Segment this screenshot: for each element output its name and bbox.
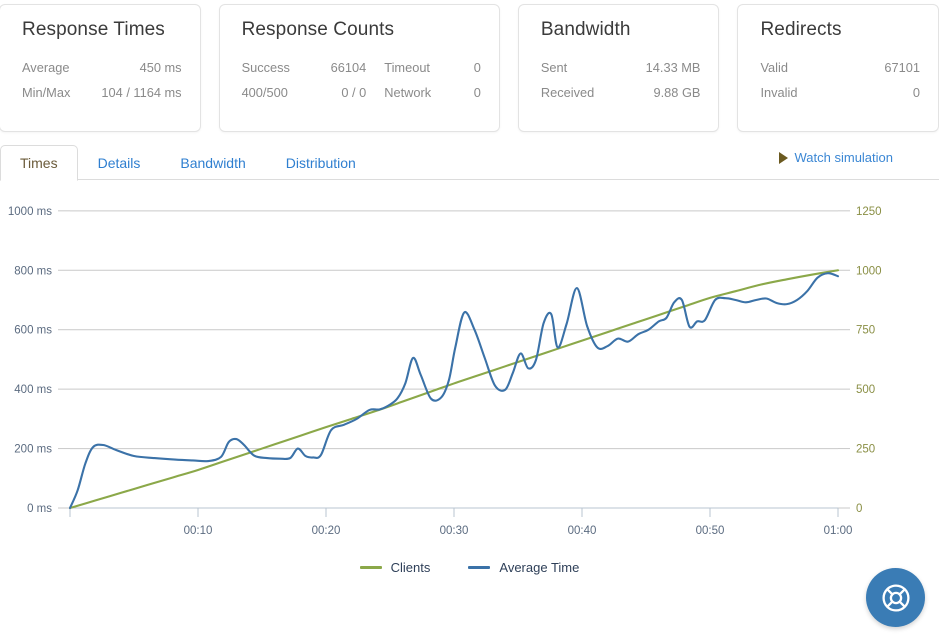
stat-value: 104 / 1164 ms xyxy=(101,85,182,100)
card-title: Response Times xyxy=(22,19,165,40)
tab-label: Bandwidth xyxy=(180,155,246,171)
stat-label: Min/Max xyxy=(22,85,71,100)
svg-text:00:30: 00:30 xyxy=(440,525,469,537)
svg-text:00:10: 00:10 xyxy=(184,525,213,537)
svg-text:00:20: 00:20 xyxy=(312,525,341,537)
card-bandwidth: Bandwidth Sent 14.33 MB Received 9.88 GB xyxy=(517,4,720,132)
table-row: Invalid 0 xyxy=(760,80,920,105)
svg-text:250: 250 xyxy=(856,444,875,456)
legend-item-clients[interactable]: Clients xyxy=(359,560,431,575)
table-row: Min/Max 104 / 1164 ms xyxy=(22,80,182,105)
legend-swatch-clients xyxy=(359,566,382,569)
stat-label: Valid xyxy=(760,60,788,75)
card-response-counts: Response Counts Success 66104 Timeout 0 … xyxy=(218,4,500,132)
stat-table: Success 66104 Timeout 0 400/500 0 / 0 Ne… xyxy=(242,55,481,105)
stat-label-secondary: Network xyxy=(384,85,432,100)
svg-text:500: 500 xyxy=(856,384,875,396)
stat-table: Average 450 ms Min/Max 104 / 1164 ms xyxy=(22,55,182,105)
tab-distribution[interactable]: Distribution xyxy=(266,145,376,180)
svg-text:1000: 1000 xyxy=(856,265,882,277)
tab-list: Times Details Bandwidth Distribution xyxy=(0,145,939,181)
table-row: Valid 67101 xyxy=(760,55,920,80)
legend-label-clients: Clients xyxy=(390,560,431,575)
card-redirects: Redirects Valid 67101 Invalid 0 xyxy=(737,4,939,132)
stat-value: 9.88 GB xyxy=(653,85,701,100)
svg-text:01:00: 01:00 xyxy=(824,525,853,537)
chart-container: 0 ms 0 200 ms 250 400 ms 500 600 ms 750 800 ms 10… xyxy=(0,180,939,600)
tab-bandwidth[interactable]: Bandwidth xyxy=(160,145,265,180)
card-title: Bandwidth xyxy=(540,19,631,40)
stat-label: Received xyxy=(540,85,595,100)
card-response-times: Response Times Average 450 ms Min/Max 10… xyxy=(0,4,201,132)
tab-label: Times xyxy=(20,155,58,171)
stat-value: 66104 xyxy=(330,60,367,75)
legend-label-average-time: Average Time xyxy=(499,560,580,575)
stat-value-secondary: 0 xyxy=(473,60,481,75)
stat-table: Sent 14.33 MB Received 9.88 GB xyxy=(541,55,701,105)
table-row: Success 66104 Timeout 0 xyxy=(242,55,481,80)
table-row: Received 9.88 GB xyxy=(541,80,701,105)
stat-label: Average xyxy=(22,60,70,75)
tab-bar: Times Details Bandwidth Distribution Wat… xyxy=(0,145,939,181)
svg-text:0: 0 xyxy=(856,503,862,515)
stat-value: 67101 xyxy=(884,60,921,75)
svg-text:1000 ms: 1000 ms xyxy=(8,206,52,218)
svg-text:750: 750 xyxy=(856,325,875,337)
svg-text:400 ms: 400 ms xyxy=(14,384,52,396)
help-support-button[interactable] xyxy=(866,568,925,627)
tab-label: Distribution xyxy=(285,155,356,171)
stat-value: 0 / 0 xyxy=(341,85,367,100)
table-row: Sent 14.33 MB xyxy=(541,55,701,80)
card-title: Redirects xyxy=(760,19,842,40)
chart-legend: Clients Average Time xyxy=(0,560,939,575)
lifebuoy-icon xyxy=(881,583,910,612)
tab-details[interactable]: Details xyxy=(78,145,161,180)
svg-text:1250: 1250 xyxy=(856,206,882,218)
svg-text:800 ms: 800 ms xyxy=(14,265,52,277)
table-row: 400/500 0 / 0 Network 0 xyxy=(242,80,481,105)
stat-label: Success xyxy=(241,60,290,75)
svg-text:00:40: 00:40 xyxy=(568,525,597,537)
stat-table: Valid 67101 Invalid 0 xyxy=(760,55,920,105)
summary-cards-row: Response Times Average 450 ms Min/Max 10… xyxy=(0,0,939,140)
card-title: Response Counts xyxy=(241,19,395,40)
stat-value: 14.33 MB xyxy=(645,60,701,75)
svg-text:00:50: 00:50 xyxy=(696,525,725,537)
tab-times[interactable]: Times xyxy=(0,145,78,181)
stat-label: 400/500 xyxy=(241,85,288,100)
stat-label: Sent xyxy=(540,60,568,75)
tab-label: Details xyxy=(97,155,141,171)
legend-item-average-time[interactable]: Average Time xyxy=(468,560,579,575)
stat-value: 0 xyxy=(912,85,921,100)
stat-label: Invalid xyxy=(760,85,798,100)
stat-value: 450 ms xyxy=(139,60,182,75)
stat-value-secondary: 0 xyxy=(473,85,481,100)
svg-text:600 ms: 600 ms xyxy=(14,325,52,337)
times-line-chart[interactable]: 0 ms 0 200 ms 250 400 ms 500 600 ms 750 800 ms 10… xyxy=(0,180,939,560)
stat-label-secondary: Timeout xyxy=(384,60,430,75)
svg-text:0 ms: 0 ms xyxy=(27,503,52,515)
table-row: Average 450 ms xyxy=(22,55,182,80)
legend-swatch-average-time xyxy=(468,566,491,569)
svg-text:200 ms: 200 ms xyxy=(14,444,52,456)
